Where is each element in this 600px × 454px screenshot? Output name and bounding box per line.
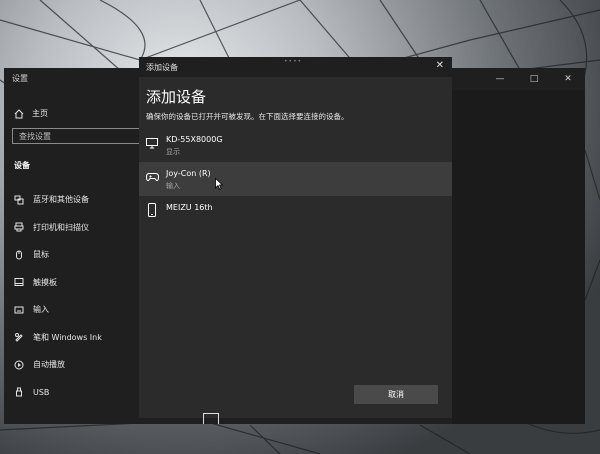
device-name: Joy-Con (R) (166, 169, 211, 178)
dialog-titlebar[interactable]: 添加设备 •••• ✕ (139, 57, 452, 77)
dialog-description: 确保你的设备已打开并可被发现。在下面选择要连接的设备。 (146, 112, 349, 121)
section-title: 设备 (14, 161, 30, 170)
mouse-icon (16, 250, 22, 260)
sidebar-item-label: 蓝牙和其他设备 (33, 195, 89, 205)
home-nav[interactable]: 主页 (14, 108, 48, 119)
partial-icon (203, 413, 219, 424)
sidebar-item-label: 鼠标 (33, 250, 49, 260)
settings-title: 设置 (12, 74, 28, 83)
home-label: 主页 (32, 109, 48, 118)
usb-icon (16, 387, 22, 397)
device-name: KD-55X8000G (166, 135, 223, 144)
pen-icon (15, 333, 23, 342)
mouse-cursor-icon (215, 178, 223, 190)
sidebar-item-input[interactable]: 输入 (4, 296, 144, 324)
dialog-title: 添加设备 (146, 63, 178, 72)
sidebar-item-label: 打印机和扫描仪 (33, 222, 89, 232)
add-device-dialog: 添加设备 •••• ✕ 添加设备 确保你的设备已打开并可被发现。在下面选择要连接… (139, 57, 452, 418)
search-placeholder: 查找设置 (19, 132, 51, 141)
sidebar-nav: 蓝牙和其他设备 打印机和扫描仪 鼠标 触摸板 输入 笔和 Windows Ink… (4, 186, 144, 406)
sidebar-item-label: 笔和 Windows Ink (33, 332, 102, 342)
maximize-button[interactable]: □ (517, 68, 551, 90)
sidebar-item-mouse[interactable]: 鼠标 (4, 241, 144, 269)
touchpad-icon (14, 278, 24, 287)
device-type: 显示 (166, 148, 180, 156)
sidebar-item-label: 触摸板 (33, 277, 57, 287)
close-button[interactable]: ✕ (551, 68, 585, 90)
home-icon (14, 108, 24, 118)
device-item-phone[interactable]: MEIZU 16th (139, 196, 452, 230)
sidebar-item-pen[interactable]: 笔和 Windows Ink (4, 324, 144, 352)
device-name: MEIZU 16th (166, 203, 213, 212)
sidebar-item-bluetooth[interactable]: 蓝牙和其他设备 (4, 186, 144, 214)
gamepad-icon (146, 173, 159, 182)
printer-icon (14, 222, 24, 232)
cancel-button[interactable]: 取消 (354, 385, 438, 404)
device-item-tv[interactable]: KD-55X8000G 显示 (139, 128, 452, 162)
device-type: 输入 (166, 182, 180, 190)
sidebar-item-label: 输入 (33, 305, 49, 315)
dialog-heading: 添加设备 (146, 88, 207, 106)
sidebar-item-touchpad[interactable]: 触摸板 (4, 269, 144, 297)
minimize-button[interactable]: — (483, 68, 517, 90)
phone-icon (148, 203, 156, 217)
sidebar-item-printers[interactable]: 打印机和扫描仪 (4, 214, 144, 242)
device-list: KD-55X8000G 显示 Joy-Con (R) 输入 MEIZU 16th (139, 128, 452, 230)
settings-content-pane (452, 90, 585, 424)
sidebar-item-label: USB (33, 387, 50, 397)
sidebar-item-autoplay[interactable]: 自动播放 (4, 351, 144, 379)
device-item-joycon[interactable]: Joy-Con (R) 输入 (139, 162, 452, 196)
sidebar-item-usb[interactable]: USB (4, 379, 144, 407)
monitor-icon (146, 138, 158, 149)
close-icon[interactable]: ✕ (436, 60, 444, 71)
autoplay-icon (14, 360, 24, 370)
sidebar-item-label: 自动播放 (33, 360, 65, 370)
keyboard-icon (14, 306, 24, 314)
window-controls: — □ ✕ (483, 68, 585, 90)
drag-handle-icon[interactable]: •••• (284, 58, 302, 65)
bluetooth-devices-icon (14, 195, 24, 205)
search-input[interactable]: 查找设置 (12, 128, 140, 144)
